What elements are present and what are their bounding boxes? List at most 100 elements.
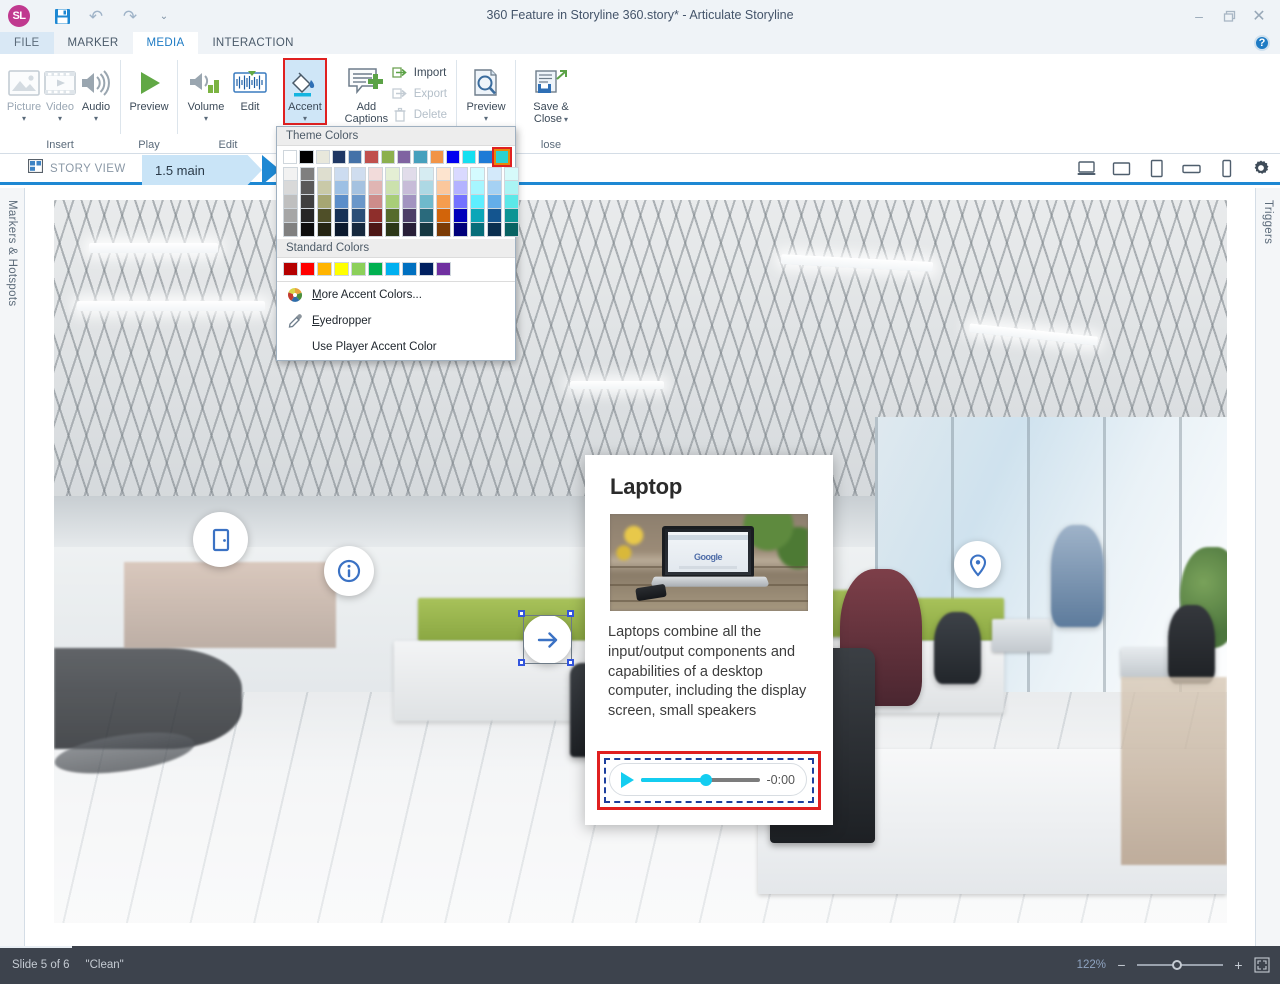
undo-button[interactable]: ↶ (86, 6, 106, 26)
zoom-out-button[interactable]: − (1115, 957, 1128, 973)
theme-variant-swatch-1-4[interactable] (300, 223, 315, 237)
audio-progress-track[interactable] (641, 778, 760, 782)
save-and-close-button[interactable]: Save & Close▾ (522, 58, 580, 126)
more-accent-colors-item[interactable]: More Accent Colors... (277, 282, 515, 308)
theme-variant-swatch-6-3[interactable] (385, 209, 400, 223)
theme-color-swatch-5[interactable] (364, 150, 378, 164)
desktop-icon[interactable] (1075, 157, 1097, 179)
theme-color-swatch-13[interactable] (495, 150, 509, 164)
theme-variant-swatch-3-0[interactable] (334, 167, 349, 181)
standard-color-swatch-3[interactable] (334, 262, 349, 276)
theme-variant-swatch-1-2[interactable] (300, 195, 315, 209)
theme-variant-swatch-6-2[interactable] (385, 195, 400, 209)
tab-file[interactable]: FILE (0, 32, 54, 54)
eyedropper-item[interactable]: Eyedropper (277, 308, 515, 334)
theme-variant-swatch-6-0[interactable] (385, 167, 400, 181)
theme-color-swatch-3[interactable] (332, 150, 346, 164)
theme-variant-swatch-9-1[interactable] (436, 181, 451, 195)
theme-variant-swatch-3-3[interactable] (334, 209, 349, 223)
add-captions-button[interactable]: Add Captions (344, 58, 389, 125)
standard-color-swatch-9[interactable] (436, 262, 451, 276)
theme-variant-swatch-7-3[interactable] (402, 209, 417, 223)
delete-captions-button[interactable]: Delete (389, 105, 450, 124)
theme-variant-swatch-9-0[interactable] (436, 167, 451, 181)
theme-variant-swatch-7-1[interactable] (402, 181, 417, 195)
theme-variant-swatch-2-2[interactable] (317, 195, 332, 209)
theme-variant-swatch-12-2[interactable] (487, 195, 502, 209)
chevron-down-icon[interactable]: ▾ (564, 115, 568, 124)
help-icon[interactable]: ? (1254, 35, 1270, 51)
theme-variant-swatch-3-2[interactable] (334, 195, 349, 209)
audio-progress-knob[interactable] (700, 774, 712, 786)
chevron-down-icon[interactable]: ▾ (58, 114, 62, 123)
theme-variant-swatch-6-4[interactable] (385, 223, 400, 237)
theme-variant-swatch-3-4[interactable] (334, 223, 349, 237)
play-icon[interactable] (621, 772, 634, 788)
theme-variant-swatch-8-4[interactable] (419, 223, 434, 237)
theme-variant-swatch-5-2[interactable] (368, 195, 383, 209)
export-captions-button[interactable]: Export (389, 84, 450, 103)
standard-color-swatch-4[interactable] (351, 262, 366, 276)
customize-qat-button[interactable]: ⌄ (154, 6, 174, 26)
tablet-landscape-icon[interactable] (1110, 157, 1132, 179)
theme-variant-swatch-11-1[interactable] (470, 181, 485, 195)
tab-interaction[interactable]: INTERACTION (198, 32, 307, 54)
triggers-panel[interactable]: Triggers (1255, 188, 1280, 946)
accent-button[interactable]: Accent ▾ (283, 58, 327, 125)
theme-color-swatch-1[interactable] (299, 150, 313, 164)
use-player-accent-color-item[interactable]: Use Player Accent Color (277, 334, 515, 360)
theme-variant-swatch-12-4[interactable] (487, 223, 502, 237)
theme-variant-swatch-8-1[interactable] (419, 181, 434, 195)
chevron-down-icon[interactable]: ▾ (94, 114, 98, 123)
theme-variant-swatch-0-2[interactable] (283, 195, 298, 209)
theme-variant-swatch-7-2[interactable] (402, 195, 417, 209)
theme-variant-swatch-9-4[interactable] (436, 223, 451, 237)
standard-color-swatch-7[interactable] (402, 262, 417, 276)
theme-color-swatch-8[interactable] (413, 150, 427, 164)
theme-variant-swatch-0-1[interactable] (283, 181, 298, 195)
slide-360-image[interactable]: Laptop Google La (54, 200, 1227, 923)
theme-variant-swatch-9-2[interactable] (436, 195, 451, 209)
audio-player[interactable]: -0:00 (609, 763, 807, 796)
theme-variant-swatch-5-1[interactable] (368, 181, 383, 195)
theme-variant-swatch-8-0[interactable] (419, 167, 434, 181)
theme-variant-swatch-4-3[interactable] (351, 209, 366, 223)
theme-variant-swatch-6-1[interactable] (385, 181, 400, 195)
app-logo[interactable]: SL (8, 5, 30, 27)
theme-color-swatch-7[interactable] (397, 150, 411, 164)
theme-variant-swatch-2-3[interactable] (317, 209, 332, 223)
theme-variant-swatch-12-1[interactable] (487, 181, 502, 195)
theme-variant-swatch-11-2[interactable] (470, 195, 485, 209)
tab-media[interactable]: MEDIA (133, 32, 199, 54)
standard-color-swatch-8[interactable] (419, 262, 434, 276)
phone-portrait-icon[interactable] (1215, 157, 1237, 179)
import-captions-button[interactable]: Import (389, 63, 450, 82)
theme-variant-swatch-8-2[interactable] (419, 195, 434, 209)
minimize-button[interactable]: – (1184, 2, 1214, 30)
standard-color-swatch-2[interactable] (317, 262, 332, 276)
theme-variant-swatch-11-3[interactable] (470, 209, 485, 223)
theme-variant-swatch-10-1[interactable] (453, 181, 468, 195)
theme-variant-swatch-10-4[interactable] (453, 223, 468, 237)
chevron-down-icon[interactable]: ▾ (303, 114, 307, 123)
theme-color-swatch-4[interactable] (348, 150, 362, 164)
zoom-slider-knob[interactable] (1172, 960, 1182, 970)
info-marker[interactable] (324, 546, 374, 596)
tab-marker[interactable]: MARKER (54, 32, 133, 54)
standard-color-swatch-6[interactable] (385, 262, 400, 276)
theme-variant-swatch-4-2[interactable] (351, 195, 366, 209)
zoom-percent[interactable]: 122% (1077, 959, 1106, 971)
gear-icon[interactable] (1250, 157, 1272, 179)
theme-color-swatch-12[interactable] (478, 150, 492, 164)
theme-variant-swatch-12-3[interactable] (487, 209, 502, 223)
theme-variant-swatch-11-0[interactable] (470, 167, 485, 181)
restore-button[interactable] (1214, 2, 1244, 30)
door-marker[interactable] (193, 512, 248, 567)
theme-color-swatch-11[interactable] (462, 150, 476, 164)
theme-variant-swatch-7-4[interactable] (402, 223, 417, 237)
theme-color-swatch-2[interactable] (316, 150, 330, 164)
theme-variant-swatch-0-3[interactable] (283, 209, 298, 223)
theme-variant-swatch-0-0[interactable] (283, 167, 298, 181)
theme-variant-swatch-11-4[interactable] (470, 223, 485, 237)
theme-variant-swatch-4-0[interactable] (351, 167, 366, 181)
